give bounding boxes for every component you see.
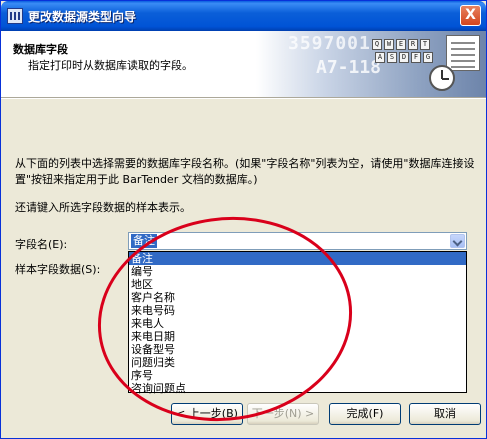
- field-name-combobox[interactable]: 备注: [128, 232, 467, 250]
- field-option[interactable]: 地区: [129, 278, 466, 291]
- keyboard-key: R: [408, 39, 418, 50]
- keyboard-key: S: [387, 52, 397, 63]
- keyboard-key: F: [411, 52, 421, 63]
- field-option[interactable]: 设备型号: [129, 343, 466, 356]
- keyboard-key: T: [420, 39, 430, 50]
- field-option[interactable]: 来电号码: [129, 304, 466, 317]
- keyboard-key: E: [396, 39, 406, 50]
- field-option[interactable]: 编号: [129, 265, 466, 278]
- field-name-selected-value: 备注: [131, 234, 157, 248]
- wizard-window: 更改数据源类型向导 X 数据库字段 指定打印时从数据库读取的字段。 359700…: [0, 0, 487, 439]
- chevron-down-icon[interactable]: [450, 234, 465, 248]
- page-subtitle: 指定打印时从数据库读取的字段。: [28, 59, 193, 72]
- keyboard-key: Q: [372, 39, 382, 50]
- field-option[interactable]: 备注: [129, 252, 466, 265]
- title-bar[interactable]: 更改数据源类型向导 X: [1, 1, 486, 31]
- keyboard-icon: QWERT ASDFG: [372, 39, 436, 69]
- sample-data-label: 样本字段数据(S):: [15, 263, 101, 276]
- bartender-app-icon: [7, 8, 23, 24]
- clock-icon: [429, 65, 455, 91]
- field-option[interactable]: 咨询问题点: [129, 382, 466, 395]
- close-button[interactable]: X: [460, 5, 481, 26]
- keyboard-key: G: [423, 52, 433, 63]
- keyboard-key: A: [375, 52, 385, 63]
- field-option[interactable]: 来电日期: [129, 330, 466, 343]
- header-divider: [1, 97, 486, 99]
- window-title: 更改数据源类型向导: [28, 10, 137, 24]
- field-name-dropdown-list[interactable]: 备注 编号 地区 客户名称 来电号码 来电人 来电日期 设备型号 问题归类 序号 咨询问题点: [128, 251, 467, 395]
- back-button[interactable]: < 上一步(B): [171, 403, 243, 425]
- field-name-label: 字段名(E):: [15, 238, 68, 251]
- field-option[interactable]: 问题归类: [129, 356, 466, 369]
- field-option[interactable]: 客户名称: [129, 291, 466, 304]
- wizard-header: 数据库字段 指定打印时从数据库读取的字段。 3597001 A7-118 QWE…: [1, 31, 486, 97]
- instructions-text: 从下面的列表中选择需要的数据库字段名称。(如果"字段名称"列表为空，请使用"数据…: [15, 157, 475, 186]
- finish-button[interactable]: 完成(F): [329, 403, 401, 425]
- next-button[interactable]: 下一步(N) >: [247, 403, 319, 425]
- keyboard-key: D: [399, 52, 409, 63]
- header-illustration: 3597001 A7-118 QWERTASDFG: [256, 31, 486, 97]
- field-option[interactable]: 序号: [129, 369, 466, 382]
- page-title: 数据库字段: [13, 43, 68, 56]
- cancel-button[interactable]: 取消: [409, 403, 481, 425]
- spreadsheet-icon: [446, 35, 480, 71]
- sample-hint-text: 还请键入所选字段数据的样本表示。: [15, 201, 191, 214]
- field-option[interactable]: 来电人: [129, 317, 466, 330]
- keyboard-key: W: [384, 39, 394, 50]
- barcode-digits-text: 3597001: [288, 33, 371, 54]
